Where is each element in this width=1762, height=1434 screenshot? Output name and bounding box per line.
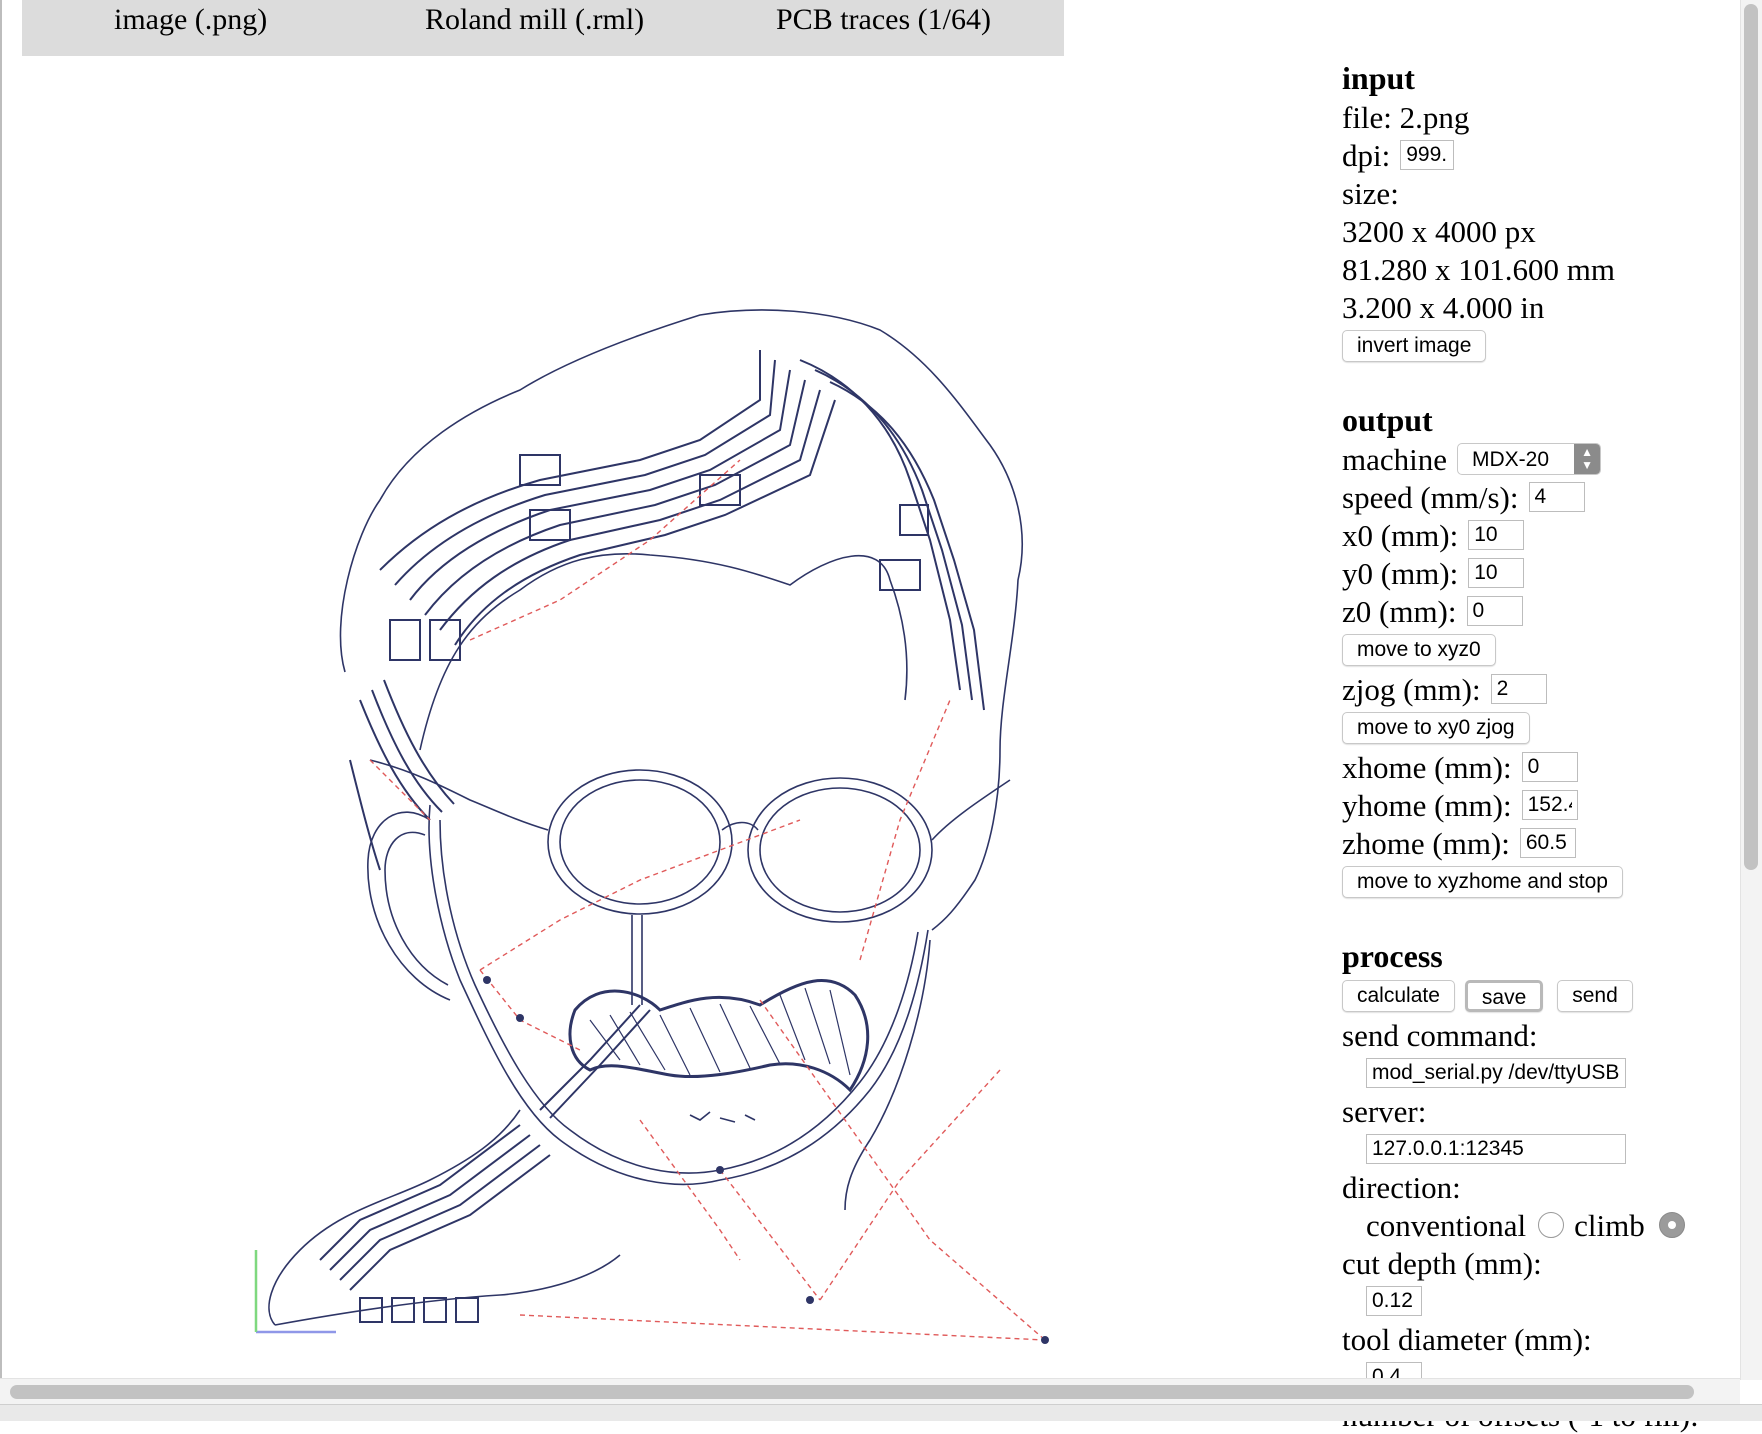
z0-label: z0 (mm): <box>1342 593 1457 629</box>
machine-select[interactable]: MDX-20 ▲ ▼ <box>1457 443 1602 475</box>
xhome-input[interactable] <box>1521 752 1578 782</box>
chin-marks <box>689 1111 756 1123</box>
cut-depth-label: cut depth (mm): <box>1342 1245 1542 1281</box>
zjog-label: zjog (mm): <box>1342 671 1481 707</box>
tool-diameter-label: tool diameter (mm): <box>1342 1321 1592 1357</box>
shoulder-bottom <box>274 1254 621 1326</box>
dpi-label: dpi: <box>1342 137 1391 173</box>
direction-label: direction: <box>1342 1169 1461 1205</box>
control-panel: input file: 2.png dpi: size: 3200 x 4000… <box>1342 58 1722 1434</box>
cut-depth-input[interactable] <box>1366 1286 1422 1316</box>
glasses-left-lens-inner <box>559 779 721 905</box>
send-command-input[interactable] <box>1366 1058 1626 1088</box>
mustache-hatching <box>589 987 851 1076</box>
calculate-button[interactable]: calculate <box>1342 980 1455 1012</box>
save-button[interactable]: save <box>1464 980 1544 1012</box>
horizontal-scrollbar-thumb[interactable] <box>10 1385 1694 1399</box>
shoulder-circuit-traces <box>319 1004 651 1323</box>
hair-inner-contour <box>419 552 908 751</box>
input-file-info: file: 2.png <box>1342 99 1470 135</box>
z0-input[interactable] <box>1466 596 1523 626</box>
move-to-xyz0-button[interactable]: move to xyz0 <box>1342 634 1496 666</box>
glasses-right-lens <box>747 777 933 923</box>
yhome-input[interactable] <box>1521 790 1578 820</box>
move-to-xyzhome-button[interactable]: move to xyzhome and stop <box>1342 866 1623 898</box>
toolpath-canvas[interactable] <box>0 60 1300 1380</box>
size-in: 3.200 x 4.000 in <box>1342 289 1545 325</box>
mustache <box>568 979 870 1093</box>
travel-waypoints <box>483 976 1049 1344</box>
zhome-input[interactable] <box>1519 828 1576 858</box>
nose-line <box>631 915 643 1005</box>
climb-label: climb <box>1574 1207 1645 1243</box>
y0-input[interactable] <box>1468 558 1525 588</box>
menu-roland-mill[interactable]: Roland mill (.rml) <box>425 0 644 40</box>
server-input[interactable] <box>1366 1134 1626 1164</box>
conventional-label: conventional <box>1366 1207 1527 1243</box>
menu-pcb-traces[interactable]: PCB traces (1/64) <box>776 0 991 40</box>
size-label: size: <box>1342 175 1399 211</box>
machine-select-value: MDX-20 <box>1472 447 1550 471</box>
send-command-label: send command: <box>1342 1017 1538 1053</box>
server-label: server: <box>1342 1093 1427 1129</box>
conventional-radio[interactable] <box>1538 1212 1565 1238</box>
move-to-xy0-zjog-button[interactable]: move to xy0 zjog <box>1342 712 1530 744</box>
window-bottom-strip <box>0 1404 1762 1421</box>
size-px: 3200 x 4000 px <box>1342 213 1536 249</box>
climb-radio[interactable] <box>1658 1212 1685 1238</box>
glasses-right-lens-inner <box>759 787 921 913</box>
invert-image-button[interactable]: invert image <box>1342 330 1487 362</box>
process-section-title: process <box>1342 938 1443 974</box>
module-menu-bar: image (.png) Roland mill (.rml) PCB trac… <box>22 0 1064 56</box>
input-section-title: input <box>1342 60 1415 96</box>
y0-label: y0 (mm): <box>1342 555 1459 591</box>
neck-left <box>268 1109 521 1326</box>
dpi-input[interactable] <box>1400 140 1455 170</box>
vertical-scrollbar-thumb[interactable] <box>1744 4 1758 870</box>
zjog-input[interactable] <box>1490 674 1547 704</box>
output-section-title: output <box>1342 402 1433 438</box>
machine-label: machine <box>1342 441 1448 477</box>
send-button[interactable]: send <box>1557 980 1633 1012</box>
glasses-temple-left <box>369 759 549 831</box>
speed-label: speed (mm/s): <box>1342 479 1519 515</box>
menu-image-png[interactable]: image (.png) <box>114 0 267 40</box>
select-arrows-icon: ▲ ▼ <box>1574 444 1601 474</box>
zhome-label: zhome (mm): <box>1342 825 1510 861</box>
glasses-left-lens <box>547 769 733 915</box>
yhome-label: yhome (mm): <box>1342 787 1512 823</box>
size-mm: 81.280 x 101.600 mm <box>1342 251 1615 287</box>
x0-label: x0 (mm): <box>1342 517 1459 553</box>
toolpath-drawing <box>268 309 1024 1326</box>
xhome-label: xhome (mm): <box>1342 749 1512 785</box>
hair-circuit-traces <box>349 350 985 871</box>
speed-input[interactable] <box>1528 482 1585 512</box>
x0-input[interactable] <box>1468 520 1525 550</box>
